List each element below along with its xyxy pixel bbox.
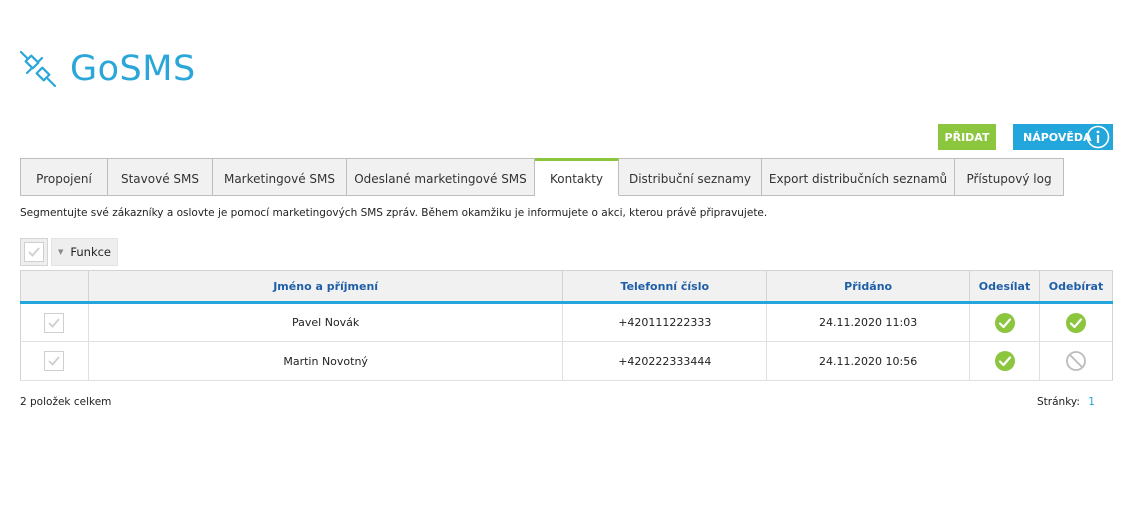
checkmark-icon — [48, 317, 61, 328]
add-button[interactable]: PŘIDAT — [938, 124, 996, 150]
check-circle-icon[interactable] — [994, 350, 1016, 372]
subscribe-status-cell — [1039, 341, 1113, 381]
page-link-1[interactable]: 1 — [1088, 396, 1095, 408]
tab-propojeni[interactable]: Propojení — [20, 158, 108, 196]
header-phone[interactable]: Telefonní číslo — [562, 270, 768, 304]
contacts-table: Jméno a příjmení Telefonní číslo Přidáno… — [20, 270, 1113, 381]
check-circle-icon[interactable] — [1065, 312, 1087, 334]
plug-connector-icon — [19, 50, 57, 88]
header-select — [20, 270, 89, 304]
total-count: 2 položek celkem — [20, 396, 112, 408]
subscribe-status-cell — [1039, 302, 1113, 342]
contact-added: 24.11.2020 11:03 — [766, 302, 971, 342]
contact-name: Pavel Novák — [88, 302, 564, 342]
row-checkbox[interactable] — [44, 351, 65, 371]
brand-logo: GoSMS — [18, 48, 196, 90]
tab-export-distribucnich-seznamu[interactable]: Export distribučních seznamů — [762, 158, 955, 196]
contact-phone: +420111222333 — [562, 302, 768, 342]
table-row[interactable]: Pavel Novák +420111222333 24.11.2020 11:… — [20, 302, 1113, 342]
send-status-cell — [969, 302, 1040, 342]
help-button[interactable]: NÁPOVĚDA — [1013, 124, 1113, 150]
row-select-cell — [20, 341, 89, 381]
table-header-row: Jméno a příjmení Telefonní číslo Přidáno… — [20, 270, 1113, 304]
forbidden-icon[interactable] — [1065, 350, 1087, 372]
tab-kontakty[interactable]: Kontakty — [535, 158, 619, 196]
checkmark-icon — [48, 356, 61, 366]
functions-label: Funkce — [70, 245, 112, 259]
page-description: Segmentujte své zákazníky a oslovte je p… — [20, 207, 768, 219]
contact-name: Martin Novotný — [88, 341, 564, 381]
tab-odeslane-marketingove-sms[interactable]: Odeslané marketingové SMS — [347, 158, 535, 196]
row-checkbox[interactable] — [44, 312, 65, 333]
check-circle-icon[interactable] — [994, 312, 1016, 334]
tab-bar: Propojení Stavové SMS Marketingové SMS O… — [20, 158, 1064, 196]
pagination: Stránky: 1 — [1037, 396, 1095, 408]
info-icon — [1086, 125, 1110, 149]
pages-label: Stránky: — [1037, 396, 1080, 408]
checkbox-box — [24, 242, 44, 262]
send-status-cell — [969, 341, 1040, 381]
contact-phone: +420222333444 — [562, 341, 768, 381]
select-all-checkbox[interactable] — [20, 238, 48, 266]
tab-marketingove-sms[interactable]: Marketingové SMS — [213, 158, 347, 196]
row-select-cell — [20, 302, 89, 342]
caret-down-icon: ▼ — [58, 248, 64, 256]
brand-name: GoSMS — [70, 49, 196, 89]
tab-stavove-sms[interactable]: Stavové SMS — [108, 158, 213, 196]
header-name[interactable]: Jméno a příjmení — [88, 270, 564, 304]
header-subscribe[interactable]: Odebírat — [1039, 270, 1113, 304]
tab-distribucni-seznamy[interactable]: Distribuční seznamy — [619, 158, 762, 196]
contact-added: 24.11.2020 10:56 — [766, 341, 971, 381]
header-added[interactable]: Přidáno — [766, 270, 971, 304]
tab-pristupovy-log[interactable]: Přístupový log — [955, 158, 1064, 196]
help-button-label: NÁPOVĚDA — [1023, 130, 1092, 144]
checkmark-icon — [28, 247, 40, 257]
header-send[interactable]: Odesílat — [969, 270, 1040, 304]
table-row[interactable]: Martin Novotný +420222333444 24.11.2020 … — [20, 341, 1113, 381]
functions-dropdown[interactable]: ▼ Funkce — [51, 238, 118, 266]
table-toolbar: ▼ Funkce — [20, 238, 118, 266]
